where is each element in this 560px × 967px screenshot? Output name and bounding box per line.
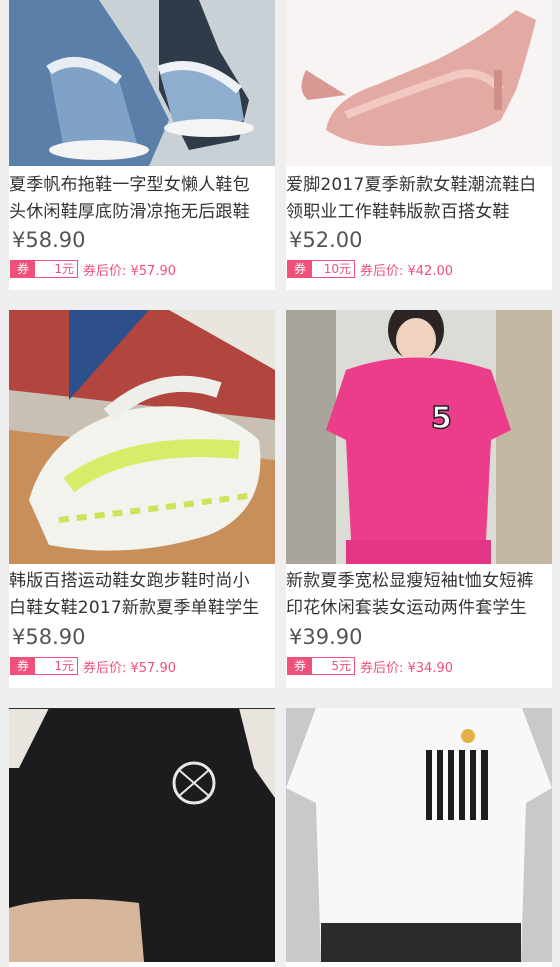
product-image-tshirt-set[interactable]: 5	[286, 310, 552, 564]
coupon-badge[interactable]: 券 1元	[10, 657, 78, 675]
product-grid: 夏季帆布拖鞋一字型女懒人鞋包 头休闲鞋厚底防滑凉拖无后跟鞋 ¥58.90 券 1…	[0, 0, 560, 967]
product-card[interactable]	[286, 708, 552, 967]
after-coupon-price: 券后价: ¥57.90	[83, 660, 176, 676]
coupon-badge[interactable]: 券 10元	[287, 260, 355, 278]
product-price: ¥52.00	[289, 228, 363, 252]
product-card[interactable]: 夏季帆布拖鞋一字型女懒人鞋包 头休闲鞋厚底防滑凉拖无后跟鞋 ¥58.90 券 1…	[9, 0, 275, 290]
coupon-row: 券 1元 券后价: ¥57.90	[10, 656, 176, 676]
product-title[interactable]: 夏季帆布拖鞋一字型女懒人鞋包 头休闲鞋厚底防滑凉拖无后跟鞋	[9, 172, 275, 226]
coupon-row: 券 5元 券后价: ¥34.90	[287, 656, 453, 676]
svg-text:5: 5	[431, 401, 452, 436]
product-title[interactable]: 新款夏季宽松显瘦短袖t恤女短裤 印花休闲套装女运动两件套学生	[286, 568, 552, 622]
product-card[interactable]	[9, 708, 275, 967]
after-coupon-price: 券后价: ¥34.90	[360, 660, 453, 676]
coupon-row: 券 10元 券后价: ¥42.00	[287, 259, 453, 279]
product-image-sneakers[interactable]	[9, 310, 275, 564]
product-image-slippers[interactable]	[9, 0, 275, 166]
product-image-black-tshirt[interactable]	[9, 708, 275, 962]
product-price: ¥58.90	[12, 625, 86, 649]
product-price: ¥39.90	[289, 625, 363, 649]
after-coupon-price: 券后价: ¥57.90	[83, 263, 176, 279]
product-title[interactable]: 韩版百搭运动鞋女跑步鞋时尚小 白鞋女鞋2017新款夏季单鞋学生	[9, 568, 275, 622]
product-price: ¥58.90	[12, 228, 86, 252]
coupon-badge[interactable]: 券 5元	[287, 657, 355, 675]
coupon-badge[interactable]: 券 1元	[10, 260, 78, 278]
product-card[interactable]: 爱脚2017夏季新款女鞋潮流鞋白 领职业工作鞋韩版款百搭女鞋 ¥52.00 券 …	[286, 0, 552, 290]
product-image-white-tshirt[interactable]	[286, 708, 552, 962]
product-card[interactable]: 韩版百搭运动鞋女跑步鞋时尚小 白鞋女鞋2017新款夏季单鞋学生 ¥58.90 券…	[9, 310, 275, 688]
product-image-pumps[interactable]	[286, 0, 552, 166]
after-coupon-price: 券后价: ¥42.00	[360, 263, 453, 279]
product-card[interactable]: 5 新款夏季宽松显瘦短袖t恤女短裤 印花休闲套装女运动两件套学生 ¥39.90 …	[286, 310, 552, 688]
coupon-row: 券 1元 券后价: ¥57.90	[10, 259, 176, 279]
product-title[interactable]: 爱脚2017夏季新款女鞋潮流鞋白 领职业工作鞋韩版款百搭女鞋	[286, 172, 552, 226]
